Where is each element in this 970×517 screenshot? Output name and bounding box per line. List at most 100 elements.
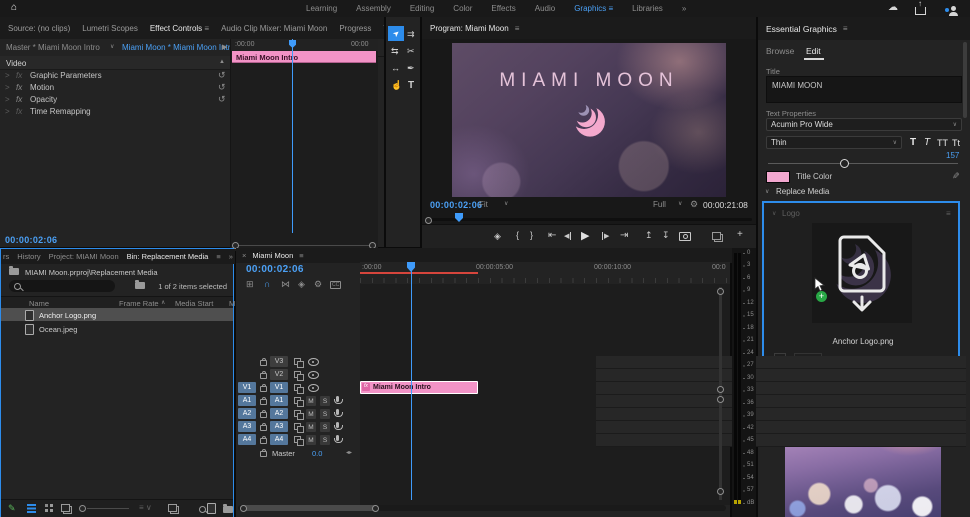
title-value-box[interactable]: MIAMI MOON — [766, 76, 962, 103]
icon-view-icon[interactable] — [45, 504, 48, 507]
timeline-ruler[interactable]: :00:00 00:00:05:00 00:00:10:00 00:0 — [360, 262, 730, 285]
extract-icon[interactable]: ↧ — [662, 230, 670, 241]
workspace-menu-icon[interactable]: ≡ — [608, 4, 613, 13]
h-scroll-handle-right[interactable] — [372, 505, 379, 512]
sync-lock-icon[interactable] — [294, 410, 301, 417]
mute-button[interactable]: M — [306, 422, 316, 432]
solo-button[interactable]: S — [320, 396, 330, 406]
step-forward-icon[interactable]: ▶ — [602, 232, 609, 240]
timeline-clip-miami-moon-intro[interactable]: fx Miami Moon Intro — [360, 381, 478, 394]
track-output-icon[interactable] — [308, 384, 319, 392]
track-select-v3[interactable]: V3 — [270, 356, 288, 367]
new-bin-icon[interactable] — [223, 506, 233, 513]
source-patch-a1[interactable]: A1 — [238, 395, 256, 406]
zoom-slider-track[interactable] — [87, 508, 129, 509]
tab-overflow-icon[interactable]: » — [229, 252, 233, 261]
cloud-sync-icon[interactable]: ☁ — [888, 2, 898, 13]
workspace-tab-libraries[interactable]: Libraries — [632, 4, 663, 13]
expand-icon[interactable]: > — [5, 83, 10, 92]
zoom-dropdown-icon[interactable]: ∨ — [504, 200, 508, 207]
mute-button[interactable]: M — [306, 396, 316, 406]
track-lane-a2[interactable] — [596, 408, 966, 421]
track-lock-icon[interactable] — [260, 451, 267, 457]
solo-button[interactable]: S — [320, 409, 330, 419]
track-lock-icon[interactable] — [260, 438, 267, 444]
tab-history[interactable]: History — [17, 252, 40, 261]
linked-selection-icon[interactable]: ⋈ — [281, 279, 290, 290]
mark-out-icon[interactable]: } — [530, 230, 533, 240]
effect-row-time-remapping[interactable]: Time Remapping — [30, 107, 91, 116]
faux-italic-button[interactable]: T — [924, 137, 930, 148]
pen-tool[interactable]: ✒ — [407, 63, 415, 74]
replace-media-label[interactable]: Replace Media — [776, 187, 829, 196]
source-patch-a4[interactable]: A4 — [238, 434, 256, 445]
automate-to-sequence-icon[interactable] — [170, 506, 179, 514]
workspace-tab-assembly[interactable]: Assembly — [356, 4, 391, 13]
timeline-v-scrollbar[interactable] — [719, 287, 722, 500]
small-caps-button[interactable]: Tt — [952, 138, 960, 148]
razor-tool[interactable]: ✂ — [407, 46, 415, 57]
column-truncated[interactable]: M — [229, 299, 235, 308]
mute-button[interactable]: M — [306, 435, 316, 445]
sequence-clip-name[interactable]: Miami Moon * Miami Moon Intro — [122, 43, 235, 52]
track-lane-a3[interactable] — [596, 421, 966, 434]
panel-menu-icon[interactable]: ≡ — [515, 24, 520, 33]
mark-in-icon[interactable]: { — [516, 230, 519, 240]
sync-lock-icon[interactable] — [294, 358, 301, 365]
effect-row-opacity[interactable]: Opacity — [30, 95, 57, 104]
track-select-a3[interactable]: A3 — [270, 421, 288, 432]
tab-text[interactable]: Text — [383, 24, 384, 33]
master-level-value[interactable]: 0.0 — [312, 449, 322, 458]
project-tab-truncated[interactable]: rs — [3, 252, 9, 261]
expand-icon[interactable]: > — [5, 71, 10, 80]
scrubber-left-handle[interactable] — [425, 217, 432, 224]
sort-options-icon[interactable]: ≡ ∨ — [139, 503, 152, 512]
eyedropper-icon[interactable]: ✎ — [949, 172, 960, 180]
tab-bin-replacement-media[interactable]: Bin: Replacement Media — [127, 252, 209, 261]
essential-graphics-header[interactable]: Essential Graphics — [766, 24, 837, 34]
sort-ascending-icon[interactable]: ∧ — [161, 299, 165, 306]
source-patch-a2[interactable]: A2 — [238, 408, 256, 419]
mini-h-scrollbar[interactable] — [235, 245, 373, 246]
track-output-icon[interactable] — [308, 371, 319, 379]
new-item-icon[interactable] — [207, 503, 216, 514]
v-scroll-handle-4[interactable] — [717, 488, 724, 495]
lift-icon[interactable]: ↥ — [645, 230, 653, 241]
project-item-row[interactable]: Ocean.jpeg — [1, 322, 233, 335]
workspace-tab-color[interactable]: Color — [453, 4, 472, 13]
tab-effect-controls[interactable]: Effect Controls ≡ — [150, 24, 209, 33]
track-select-a2[interactable]: A2 — [270, 408, 288, 419]
play-icon[interactable]: ▶ — [581, 229, 589, 242]
column-frame-rate[interactable]: Frame Rate — [119, 299, 159, 308]
font-style-select[interactable]: Thin ∨ — [766, 136, 902, 149]
voiceover-record-icon[interactable] — [336, 422, 339, 428]
expand-icon[interactable]: > — [5, 95, 10, 104]
hand-tool[interactable]: ☝ — [391, 80, 402, 91]
go-to-out-icon[interactable]: ⇥ — [620, 230, 628, 241]
tab-source[interactable]: Source: (no clips) — [8, 24, 70, 33]
font-size-slider-knob[interactable] — [840, 159, 849, 168]
quick-export-icon[interactable] — [915, 7, 926, 15]
track-select-a1[interactable]: A1 — [270, 395, 288, 406]
zoom-level-select[interactable]: Fit — [479, 200, 488, 209]
timeline-timecode[interactable]: 00:00:02:06 — [246, 264, 304, 275]
panel-menu-icon[interactable]: ≡ — [216, 252, 220, 261]
workspace-tab-effects[interactable]: Effects — [491, 4, 515, 13]
mute-button[interactable]: M — [306, 409, 316, 419]
tab-edit[interactable]: Edit — [806, 46, 821, 56]
track-lock-icon[interactable] — [260, 412, 267, 418]
workspace-tab-editing[interactable]: Editing — [410, 4, 434, 13]
track-lane-a4[interactable] — [596, 434, 966, 447]
freeform-view-icon[interactable] — [63, 506, 72, 514]
add-marker-icon[interactable]: ◈ — [494, 231, 501, 242]
tab-progress[interactable]: Progress — [339, 24, 371, 33]
track-select-v2[interactable]: V2 — [270, 369, 288, 380]
program-scrubber-track[interactable] — [426, 218, 752, 221]
sync-lock-icon[interactable] — [294, 436, 301, 443]
playback-quality-select[interactable]: Full — [653, 200, 666, 209]
button-editor-add-icon[interactable]: + — [737, 229, 743, 240]
workspace-tab-learning[interactable]: Learning — [306, 4, 337, 13]
voiceover-record-icon[interactable] — [336, 435, 339, 441]
bin-breadcrumb[interactable]: MIAMI Moon.prproj\Replacement Media — [25, 268, 158, 277]
solo-button[interactable]: S — [320, 435, 330, 445]
